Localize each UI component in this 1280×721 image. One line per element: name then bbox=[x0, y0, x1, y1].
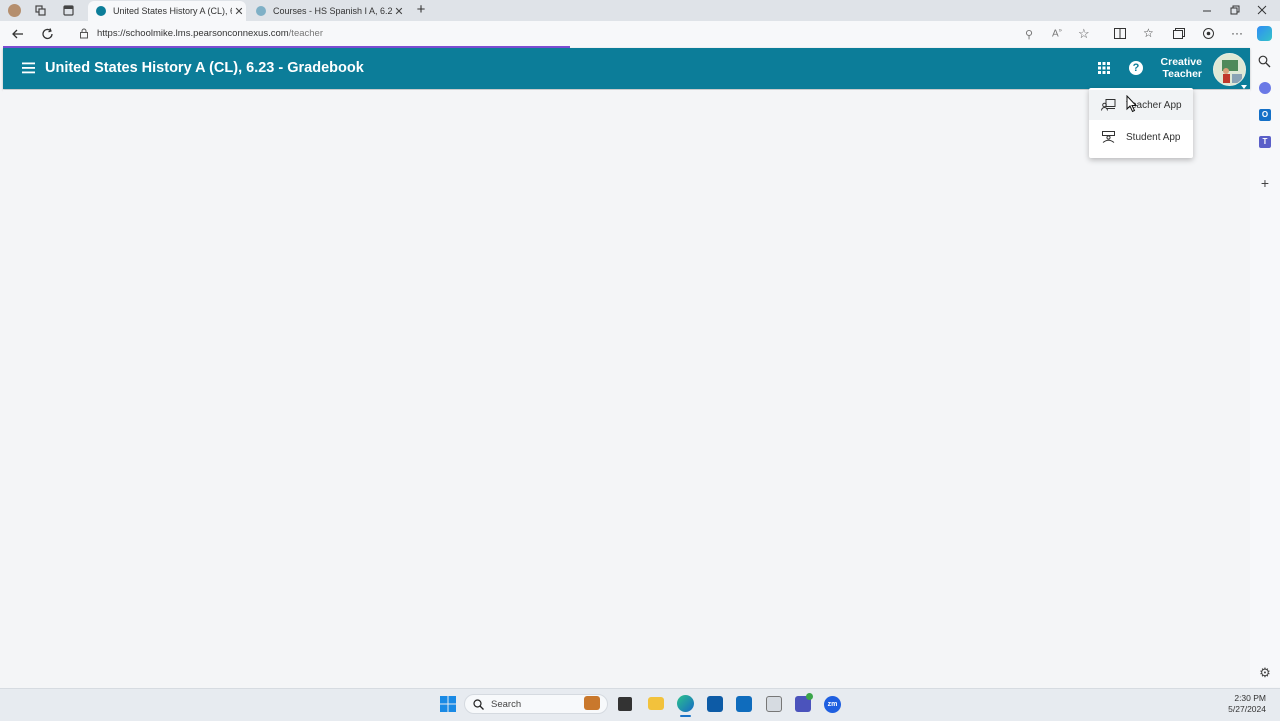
copilot-shopping-icon[interactable] bbox=[1259, 82, 1271, 94]
user-name[interactable]: Creative Teacher bbox=[1150, 56, 1202, 80]
tab-spanish[interactable]: Courses - HS Spanish I A, 6.23 ✕ bbox=[248, 1, 406, 21]
app-switcher-menu: Teacher App Student App bbox=[1089, 88, 1193, 158]
workspaces-icon[interactable] bbox=[35, 5, 46, 16]
outlook-taskbar-icon[interactable] bbox=[736, 696, 752, 712]
collections-icon[interactable] bbox=[1173, 28, 1185, 39]
briefcase-widget-icon[interactable] bbox=[584, 696, 600, 710]
file-explorer-icon[interactable] bbox=[648, 697, 664, 710]
back-icon[interactable] bbox=[11, 27, 25, 41]
user-last-name: Teacher bbox=[1162, 68, 1203, 80]
taskbar-clock[interactable]: 2:30 PM 5/27/2024 bbox=[1214, 693, 1266, 715]
windows-start-icon[interactable] bbox=[440, 696, 456, 712]
page-title: United States History A (CL), 6.23 - Gra… bbox=[45, 60, 364, 76]
copilot-icon[interactable] bbox=[1257, 26, 1272, 41]
more-options-icon[interactable]: ··· bbox=[1231, 26, 1245, 40]
close-icon[interactable]: ✕ bbox=[392, 5, 406, 18]
close-icon[interactable]: ✕ bbox=[232, 5, 246, 18]
hamburger-icon[interactable] bbox=[22, 62, 36, 74]
teams-icon[interactable]: T bbox=[1259, 136, 1271, 148]
read-aloud-icon[interactable]: A» bbox=[1052, 28, 1064, 40]
task-view-icon[interactable] bbox=[618, 697, 632, 711]
app-launcher-icon[interactable] bbox=[1098, 62, 1110, 74]
taskbar-search-label: Search bbox=[491, 698, 522, 710]
menu-item-label: Student App bbox=[1126, 131, 1181, 143]
menu-item-teacher-app[interactable]: Teacher App bbox=[1089, 90, 1193, 120]
sidebar-settings-icon[interactable]: ⚙ bbox=[1258, 666, 1272, 680]
teacher-app-icon bbox=[1100, 99, 1116, 111]
url-path: /teacher bbox=[288, 28, 323, 39]
profile-avatar[interactable] bbox=[8, 4, 21, 17]
tab-title: Courses - HS Spanish I A, 6.23 bbox=[273, 6, 392, 16]
teams-status-badge bbox=[806, 693, 813, 700]
clock-time: 2:30 PM bbox=[1234, 693, 1266, 703]
loading-progress-bar bbox=[3, 46, 570, 48]
extensions-icon[interactable] bbox=[1202, 27, 1215, 40]
key-icon[interactable]: ⚲ bbox=[1025, 28, 1037, 41]
split-screen-icon[interactable] bbox=[1114, 28, 1126, 39]
favorite-star-icon[interactable]: ☆ bbox=[1078, 26, 1092, 41]
zoom-icon[interactable]: zm bbox=[824, 696, 841, 713]
sway-icon[interactable] bbox=[707, 696, 723, 712]
search-icon bbox=[473, 698, 484, 710]
tab-title: United States History A (CL), 6.23 bbox=[113, 6, 232, 16]
student-app-icon bbox=[1100, 131, 1116, 143]
tab-actions-icon[interactable] bbox=[63, 5, 74, 16]
outlook-icon[interactable]: O bbox=[1259, 109, 1271, 121]
tab-us-history[interactable]: United States History A (CL), 6.23 ✕ bbox=[88, 1, 246, 21]
pearson-tab-icon bbox=[256, 6, 266, 16]
url-host: https://schoolmike.lms.pearsonconnexus.c… bbox=[97, 28, 289, 39]
lock-icon[interactable] bbox=[79, 28, 89, 39]
add-sidebar-app-icon[interactable]: + bbox=[1258, 176, 1272, 190]
mouse-cursor bbox=[1126, 94, 1138, 113]
minimize-button[interactable] bbox=[1200, 3, 1214, 17]
user-first-name: Creative bbox=[1160, 56, 1202, 68]
new-tab-button[interactable]: + bbox=[414, 2, 428, 18]
search-icon[interactable] bbox=[1258, 55, 1271, 68]
main-content bbox=[3, 90, 1250, 687]
address-bar[interactable]: https://schoolmike.lms.pearsonconnexus.c… bbox=[70, 23, 1100, 44]
taskbar bbox=[0, 688, 1280, 721]
restore-button[interactable] bbox=[1227, 3, 1241, 17]
clock-date: 5/27/2024 bbox=[1228, 704, 1266, 714]
favorites-icon[interactable]: ☆ bbox=[1143, 26, 1157, 40]
taskbar-active-indicator bbox=[680, 715, 691, 717]
edge-browser-icon[interactable] bbox=[677, 695, 694, 712]
pearson-tab-icon bbox=[96, 6, 106, 16]
user-menu-chevron-icon[interactable] bbox=[1241, 79, 1247, 89]
menu-item-student-app[interactable]: Student App bbox=[1089, 122, 1193, 152]
close-window-button[interactable] bbox=[1255, 3, 1269, 17]
help-icon[interactable]: ? bbox=[1129, 61, 1143, 75]
refresh-icon[interactable] bbox=[41, 27, 55, 41]
snipping-tool-icon[interactable] bbox=[766, 696, 782, 712]
